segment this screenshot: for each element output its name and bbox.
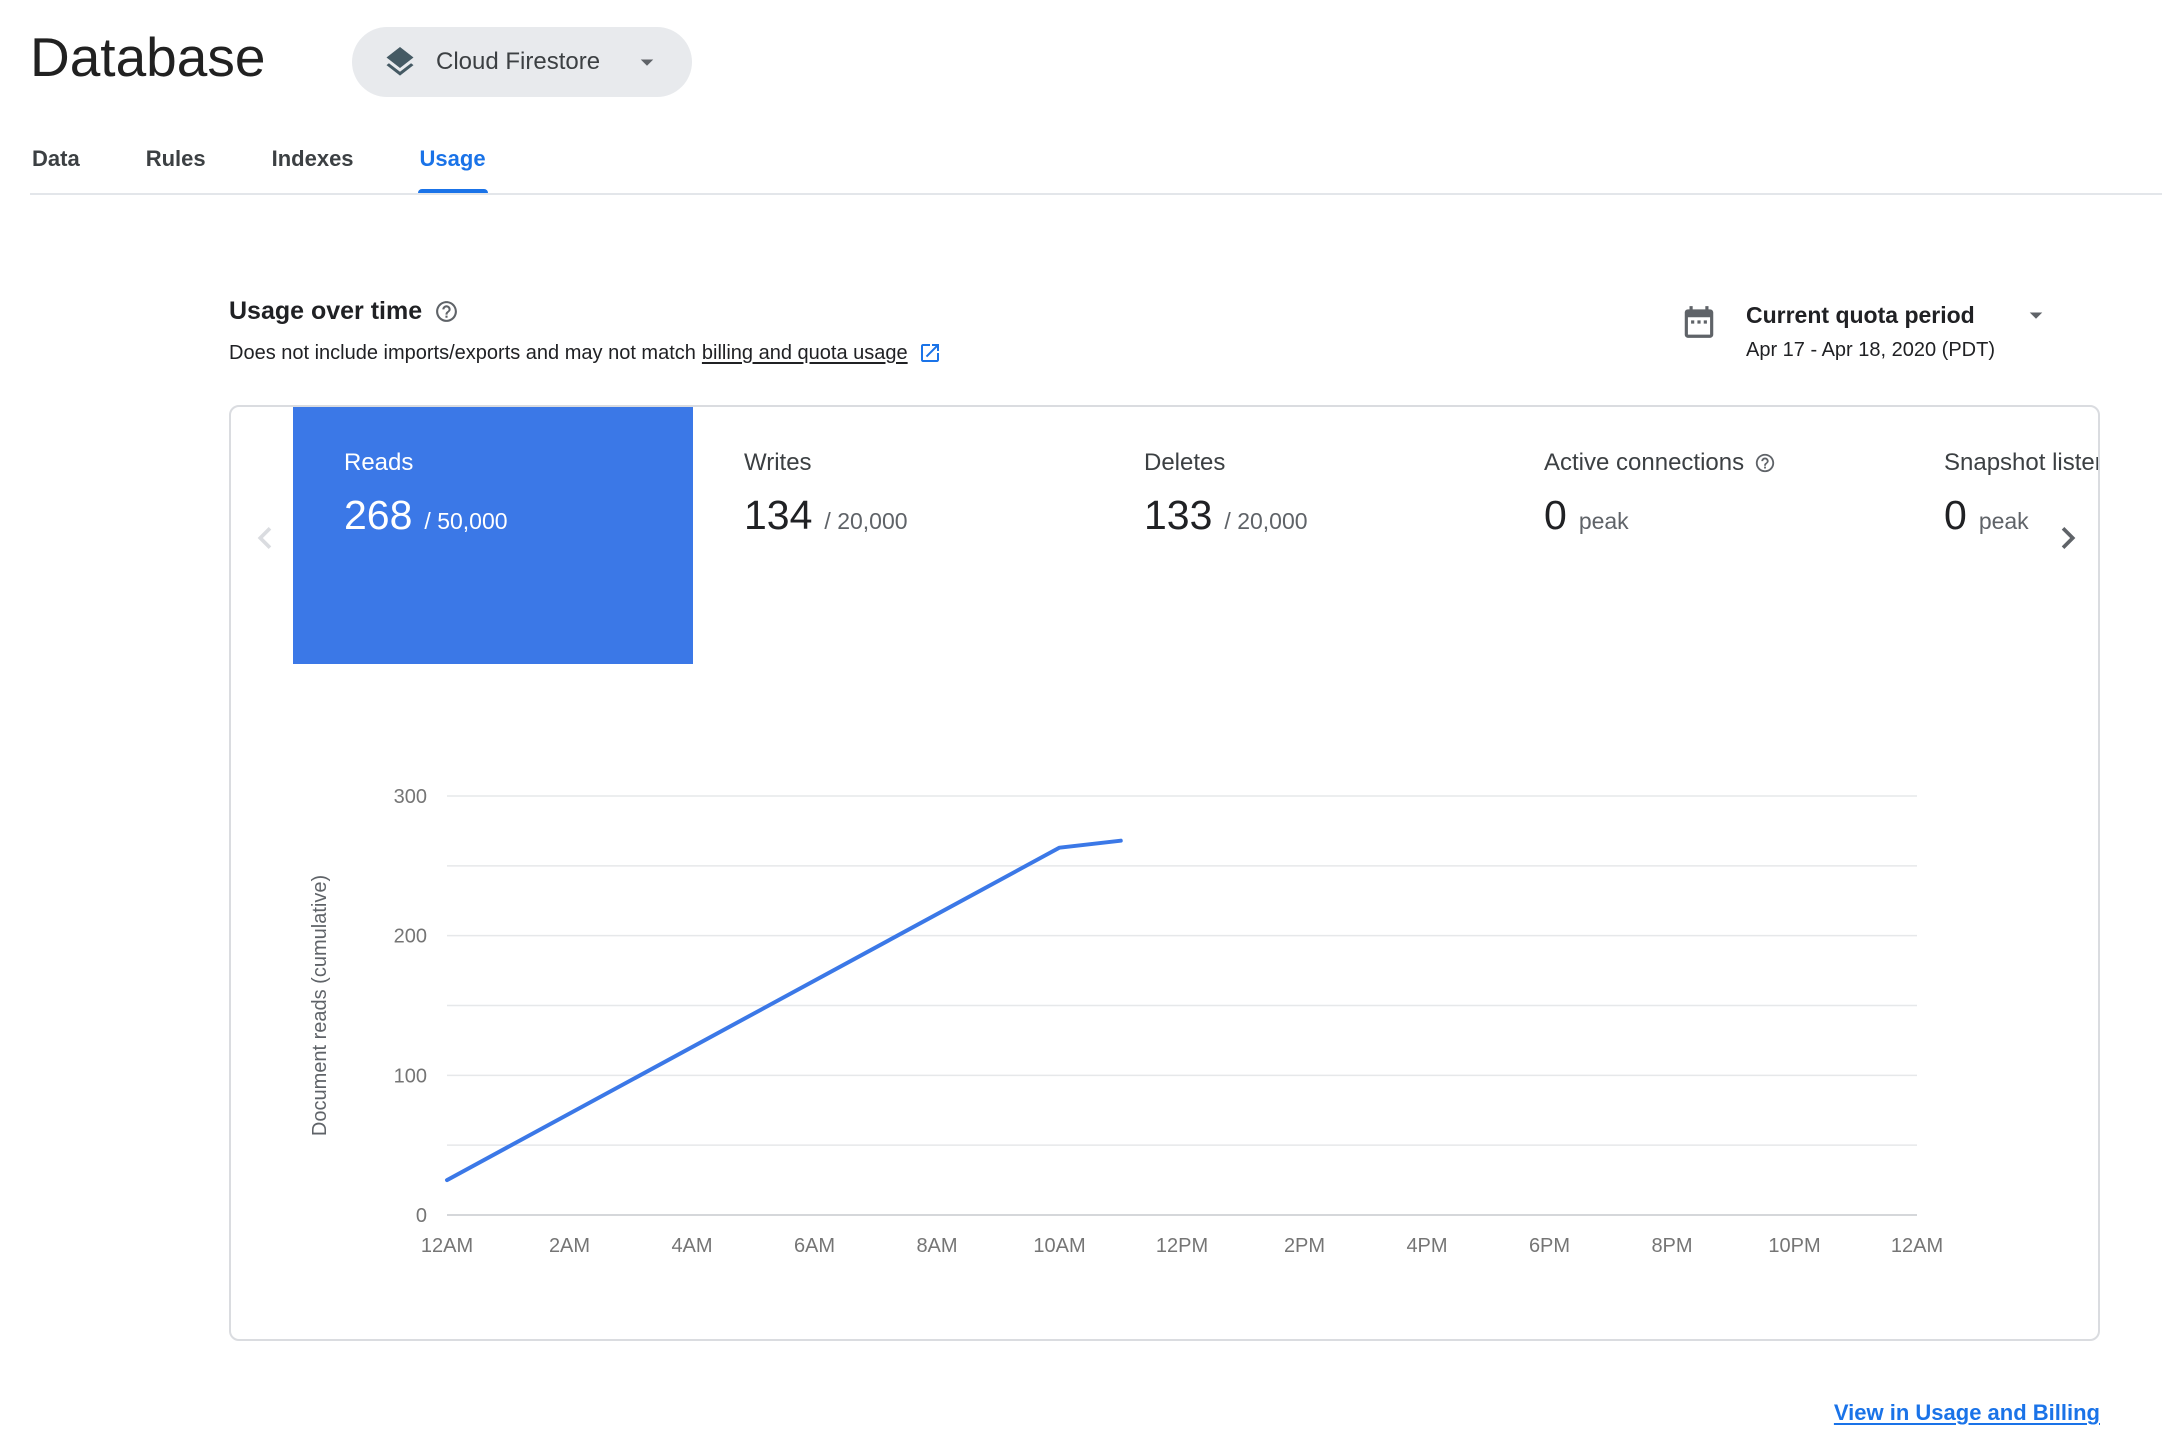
svg-text:8PM: 8PM xyxy=(1651,1235,1692,1257)
open-in-new-icon xyxy=(918,341,942,365)
metric-value: 133 xyxy=(1144,492,1213,538)
view-usage-billing-link[interactable]: View in Usage and Billing xyxy=(1834,1400,2100,1426)
metric-value: 268 xyxy=(344,492,413,538)
quota-period-texts: Current quota period Apr 17 - Apr 18, 20… xyxy=(1746,300,2051,362)
tab-rules[interactable]: Rules xyxy=(144,133,208,193)
svg-text:100: 100 xyxy=(394,1065,427,1087)
svg-text:4AM: 4AM xyxy=(671,1235,712,1257)
svg-text:2AM: 2AM xyxy=(549,1235,590,1257)
metric-label: Reads xyxy=(344,449,414,476)
page-title: Database xyxy=(30,26,266,88)
firestore-usage-page: Database Cloud Firestore Data Rules Inde… xyxy=(0,0,2162,1456)
tab-data[interactable]: Data xyxy=(30,133,82,193)
metric-tile-writes[interactable]: Writes 134 / 20,000 xyxy=(693,407,1093,664)
metric-quota: peak xyxy=(1978,508,2029,534)
svg-text:10PM: 10PM xyxy=(1768,1235,1820,1257)
metric-tile-active-connections[interactable]: Active connections 0 peak xyxy=(1493,407,1893,664)
help-icon[interactable] xyxy=(1754,452,1776,474)
svg-text:300: 300 xyxy=(394,786,427,808)
metric-label: Deletes xyxy=(1144,449,1226,476)
usage-subtitle: Does not include imports/exports and may… xyxy=(229,341,942,365)
metrics-next-button[interactable] xyxy=(2046,516,2090,560)
svg-text:4PM: 4PM xyxy=(1406,1235,1447,1257)
metric-value: 0 xyxy=(1944,492,1967,538)
svg-text:8AM: 8AM xyxy=(916,1235,957,1257)
svg-text:0: 0 xyxy=(416,1205,427,1227)
metric-tile-deletes[interactable]: Deletes 133 / 20,000 xyxy=(1093,407,1493,664)
quota-period-label: Current quota period xyxy=(1746,301,1975,328)
usage-card: Reads 268 / 50,000 Writes 134 / 20,000 D xyxy=(229,405,2100,1341)
svg-text:6PM: 6PM xyxy=(1529,1235,1570,1257)
metric-quota: / 20,000 xyxy=(824,508,908,534)
svg-text:Document reads (cumulative): Document reads (cumulative) xyxy=(309,875,331,1136)
firestore-icon xyxy=(382,44,418,80)
quota-period-selector[interactable]: Current quota period Apr 17 - Apr 18, 20… xyxy=(1680,300,2051,362)
svg-text:6AM: 6AM xyxy=(794,1235,835,1257)
tab-usage[interactable]: Usage xyxy=(417,133,488,193)
quota-period-range: Apr 17 - Apr 18, 2020 (PDT) xyxy=(1746,339,1996,361)
svg-text:12AM: 12AM xyxy=(421,1235,473,1257)
product-selector[interactable]: Cloud Firestore xyxy=(352,27,693,97)
metric-label: Snapshot listeners xyxy=(1944,449,2098,476)
metric-quota: peak xyxy=(1578,508,1629,534)
chevron-right-icon xyxy=(2061,527,2076,549)
arrow-drop-down-icon xyxy=(632,47,662,77)
arrow-drop-down-icon xyxy=(2021,300,2051,330)
tab-indexes[interactable]: Indexes xyxy=(270,133,356,193)
metric-value: 134 xyxy=(744,492,813,538)
svg-text:200: 200 xyxy=(394,926,427,948)
usage-over-time-title: Usage over time xyxy=(229,297,423,325)
tab-divider xyxy=(30,193,2162,195)
metric-label: Active connections xyxy=(1544,449,1745,476)
tab-bar: Data Rules Indexes Usage xyxy=(30,133,488,193)
billing-quota-usage-link[interactable]: billing and quota usage xyxy=(702,342,908,365)
metric-value: 0 xyxy=(1544,492,1567,538)
chevron-left-icon xyxy=(257,527,272,549)
usage-subtitle-text: Does not include imports/exports and may… xyxy=(229,341,696,364)
product-selector-label: Cloud Firestore xyxy=(436,48,601,75)
metric-label: Writes xyxy=(744,449,812,476)
metric-tile-reads[interactable]: Reads 268 / 50,000 xyxy=(293,407,693,664)
calendar-icon xyxy=(1680,303,1718,362)
svg-text:10AM: 10AM xyxy=(1033,1235,1085,1257)
svg-text:12AM: 12AM xyxy=(1891,1235,1943,1257)
metric-quota: / 20,000 xyxy=(1224,508,1308,534)
metric-quota: / 50,000 xyxy=(424,508,508,534)
help-icon[interactable] xyxy=(434,299,459,324)
svg-text:2PM: 2PM xyxy=(1284,1235,1325,1257)
metrics-prev-button[interactable] xyxy=(243,516,287,560)
usage-section-header: Usage over time xyxy=(229,297,459,326)
metric-tiles: Reads 268 / 50,000 Writes 134 / 20,000 D xyxy=(293,407,2098,664)
svg-text:12PM: 12PM xyxy=(1156,1235,1208,1257)
